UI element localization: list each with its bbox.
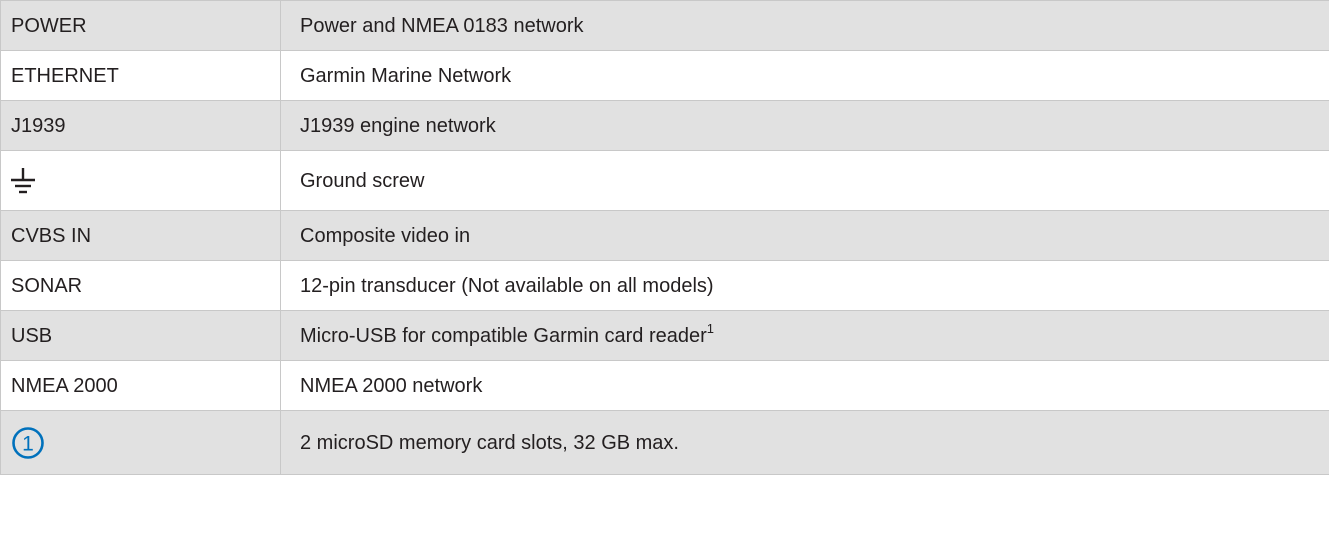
port-description-table: POWER Power and NMEA 0183 network ETHERN… [0, 0, 1329, 475]
port-description-cell: Micro-USB for compatible Garmin card rea… [280, 310, 1329, 361]
footnote-marker: 1 [706, 320, 715, 336]
port-description: Power and NMEA 0183 network [280, 0, 1329, 51]
port-name: CVBS IN [0, 210, 281, 261]
port-name: NMEA 2000 [0, 360, 281, 411]
port-name: ETHERNET [0, 50, 281, 101]
port-description: J1939 engine network [280, 100, 1329, 151]
table-row: 1 2 microSD memory card slots, 32 GB max… [0, 410, 1329, 475]
ground-symbol-icon [11, 167, 35, 194]
port-description: Garmin Marine Network [280, 50, 1329, 101]
port-name: POWER [0, 0, 281, 51]
table-row: USB Micro-USB for compatible Garmin card… [0, 310, 1329, 361]
table-row: J1939 J1939 engine network [0, 100, 1329, 151]
table-row: CVBS IN Composite video in [0, 210, 1329, 261]
callout-number: 1 [22, 432, 34, 455]
table-row: POWER Power and NMEA 0183 network [0, 0, 1329, 51]
callout-1-icon: 1 [11, 426, 45, 460]
port-name: SONAR [0, 260, 281, 311]
port-description: 12-pin transducer (Not available on all … [280, 260, 1329, 311]
port-description: NMEA 2000 network [280, 360, 1329, 411]
port-name-cell: 1 [0, 410, 281, 475]
table-row: ETHERNET Garmin Marine Network [0, 50, 1329, 101]
port-description: Ground screw [280, 150, 1329, 211]
port-description: Micro-USB for compatible Garmin card rea… [300, 324, 707, 347]
table-row: SONAR 12-pin transducer (Not available o… [0, 260, 1329, 311]
port-name-cell [0, 150, 281, 211]
port-name: J1939 [0, 100, 281, 151]
table-row: Ground screw [0, 150, 1329, 211]
table-row: NMEA 2000 NMEA 2000 network [0, 360, 1329, 411]
port-name: USB [0, 310, 281, 361]
port-description: Composite video in [280, 210, 1329, 261]
port-description: 2 microSD memory card slots, 32 GB max. [280, 410, 1329, 475]
